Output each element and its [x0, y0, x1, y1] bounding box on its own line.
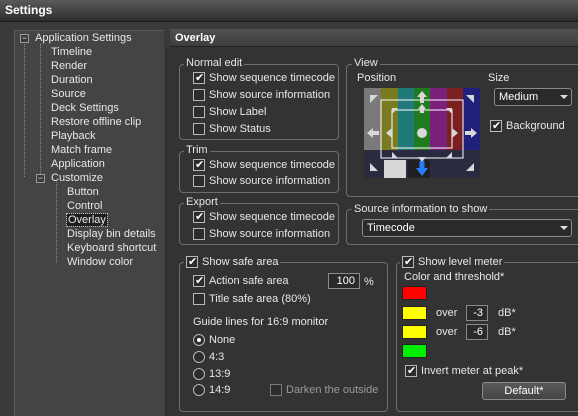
tree-line	[24, 44, 25, 177]
tree-item-match-frame[interactable]: Match frame	[51, 143, 112, 157]
position-grid[interactable]	[364, 88, 480, 178]
tree-item-timeline[interactable]: Timeline	[51, 45, 92, 59]
over-label-1: over	[436, 307, 458, 319]
default-button[interactable]: Default*	[482, 382, 566, 400]
invert-meter-checkbox[interactable]: Invert meter at peak*	[405, 364, 523, 378]
chevron-down-icon	[560, 226, 568, 230]
title-safe-area-checkbox[interactable]: Title safe area (80%)	[193, 292, 311, 306]
tree-item-deck-settings[interactable]: Deck Settings	[51, 101, 119, 115]
trim-show-source-information-checkbox[interactable]: Show source information	[193, 174, 330, 188]
show-safe-area-checkbox[interactable]: Show safe area	[184, 255, 281, 269]
export-title: Export	[184, 196, 220, 208]
tree-item-keyboard-shortcut[interactable]: Keyboard shortcut	[67, 241, 156, 255]
window-title: Settings	[5, 3, 53, 17]
action-safe-area-checkbox[interactable]: Action safe area	[193, 274, 289, 288]
normal-show-label-checkbox[interactable]: Show Label	[193, 105, 267, 119]
collapse-icon[interactable]: −	[20, 34, 29, 43]
trim-show-sequence-timecode-checkbox[interactable]: Show sequence timecode	[193, 158, 335, 172]
size-dropdown[interactable]: Medium	[494, 88, 572, 106]
guide-14-9-radio[interactable]: 14:9	[193, 383, 230, 397]
tree-item-button[interactable]: Button	[67, 185, 99, 199]
db-label-2: dB*	[498, 326, 516, 338]
tree-item-source[interactable]: Source	[51, 87, 86, 101]
guide-13-9-radio[interactable]: 13:9	[193, 367, 230, 381]
darken-outside-checkbox[interactable]: Darken the outside	[270, 383, 378, 397]
export-show-sequence-timecode-checkbox[interactable]: Show sequence timecode	[193, 210, 335, 224]
over-label-2: over	[436, 326, 458, 338]
tree-item-duration[interactable]: Duration	[51, 73, 93, 87]
tree-item-customize[interactable]: Customize	[51, 171, 103, 185]
position-label: Position	[357, 72, 397, 84]
tree-item-control[interactable]: Control	[67, 199, 102, 213]
tree-item-render[interactable]: Render	[51, 59, 87, 73]
source-information-title: Source information to show	[352, 203, 490, 215]
yellow-color-swatch-2[interactable]	[402, 325, 427, 339]
tree-item-display-bin-details[interactable]: Display bin details	[67, 227, 156, 241]
action-safe-area-input[interactable]: 100	[328, 273, 360, 289]
settings-tree[interactable]: − Application Settings Timeline Render D…	[14, 30, 164, 416]
collapse-icon[interactable]: −	[36, 174, 45, 183]
tree-item-restore-offline-clip[interactable]: Restore offline clip	[51, 115, 141, 129]
threshold-1-input[interactable]: -3	[466, 305, 488, 321]
title-bar: Settings	[0, 0, 578, 22]
normal-show-source-information-checkbox[interactable]: Show source information	[193, 88, 330, 102]
guide-lines-label: Guide lines for 16:9 monitor	[193, 316, 329, 328]
source-information-dropdown[interactable]: Timecode	[362, 219, 572, 237]
color-threshold-label: Color and threshold*	[404, 271, 505, 283]
tree-line	[40, 44, 41, 174]
panel-title: Overlay	[175, 32, 216, 44]
panel-header: Overlay	[170, 29, 578, 47]
size-label: Size	[488, 72, 510, 84]
red-color-swatch[interactable]	[402, 286, 427, 300]
tree-item-application[interactable]: Application	[51, 157, 105, 171]
tree-item-playback[interactable]: Playback	[51, 129, 96, 143]
view-title: View	[352, 57, 380, 69]
normal-edit-title: Normal edit	[184, 57, 245, 69]
export-show-source-information-checkbox[interactable]: Show source information	[193, 227, 330, 241]
normal-show-status-checkbox[interactable]: Show Status	[193, 122, 271, 136]
background-checkbox[interactable]: Background	[490, 119, 565, 133]
tree-item-overlay[interactable]: Overlay	[66, 213, 108, 227]
green-color-swatch[interactable]	[402, 344, 427, 358]
yellow-color-swatch-1[interactable]	[402, 306, 427, 320]
threshold-2-input[interactable]: -6	[466, 324, 488, 340]
tree-line	[56, 182, 57, 263]
db-label-1: dB*	[498, 307, 516, 319]
tree-item-window-color[interactable]: Window color	[67, 255, 133, 269]
trim-title: Trim	[184, 144, 210, 156]
tree-item-application-settings[interactable]: Application Settings	[35, 31, 132, 45]
guide-none-radio[interactable]: None	[193, 333, 235, 347]
normal-show-sequence-timecode-checkbox[interactable]: Show sequence timecode	[193, 71, 335, 85]
percent-unit: %	[364, 276, 374, 288]
chevron-down-icon	[560, 95, 568, 99]
guide-4-3-radio[interactable]: 4:3	[193, 350, 224, 364]
show-level-meter-checkbox[interactable]: Show level meter	[400, 255, 505, 269]
